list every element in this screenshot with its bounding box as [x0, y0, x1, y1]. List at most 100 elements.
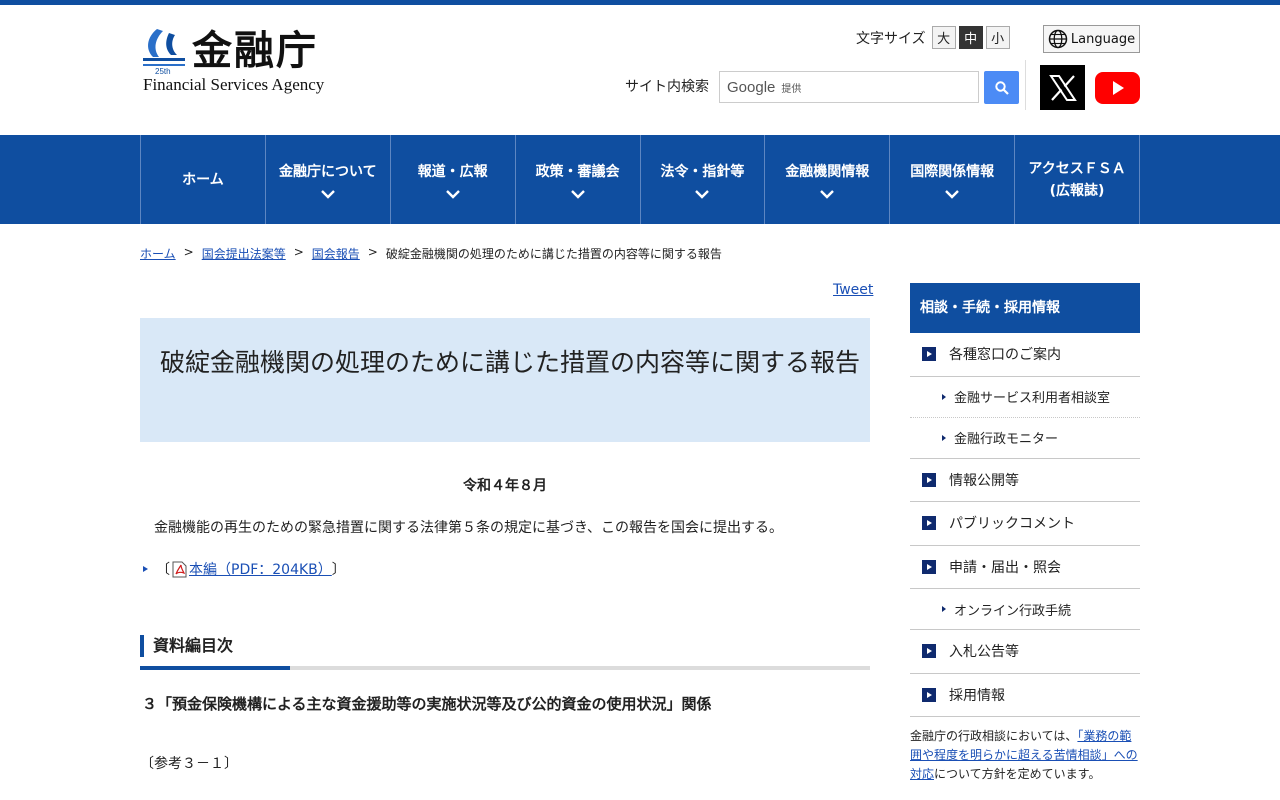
sidebar-item-disclosure[interactable]: 情報公開等 — [910, 459, 1140, 502]
nav-item-institutions[interactable]: 金融機関情報 — [765, 135, 891, 224]
sidebar-item-bidding[interactable]: 入札公告等 — [910, 630, 1140, 674]
breadcrumb-link-diet-reports[interactable]: 国会報告 — [312, 245, 360, 262]
sidebar-item-label: 申請・届出・照会 — [949, 559, 1061, 576]
header-divider — [1025, 60, 1026, 110]
nav-item-about[interactable]: 金融庁について — [266, 135, 391, 224]
sidebar-subitem-admin-monitor[interactable]: 金融行政モニター — [910, 418, 1140, 459]
nav-item-international[interactable]: 国際関係情報 — [890, 135, 1016, 224]
nav-label: ホーム — [182, 171, 224, 188]
pdf-bracket-close: 〕 — [331, 562, 346, 578]
pdf-bracket-open: 〔 — [156, 562, 170, 578]
sidebar-note-prefix: 金融庁の行政相談においては、 — [910, 729, 1078, 743]
arrow-box-icon — [922, 644, 936, 659]
nav-item-policy[interactable]: 政策・審議会 — [516, 135, 641, 224]
breadcrumb-current: 破綻金融機関の処理のために講じた措置の内容等に関する報告 — [385, 247, 722, 261]
sidebar-item-recruitment[interactable]: 採用情報 — [910, 674, 1140, 717]
nav-item-home[interactable]: ホーム — [141, 135, 266, 224]
nav-label: 金融機関情報 — [785, 163, 870, 180]
nav-item-press[interactable]: 報道・広報 — [391, 135, 516, 224]
reference-label: 〔参考３－１〕 — [140, 756, 238, 772]
x-icon — [1048, 74, 1077, 101]
logo-english: Financial Services Agency — [143, 75, 325, 94]
site-logo[interactable]: 25th 金融庁 Financial Services Agency — [140, 27, 340, 97]
x-social-button[interactable] — [1040, 65, 1085, 110]
logo-mark-text: 25th — [155, 67, 171, 75]
section-rule-accent — [140, 666, 290, 670]
tweet-link[interactable]: Tweet — [833, 282, 873, 298]
section-subheading: ３「預金保険機構による主な資金援助等の実施状況等及び公的資金の使用状況」関係 — [142, 695, 712, 713]
font-size-control: 文字サイズ 大 中 小 — [856, 26, 1013, 49]
nav-item-laws[interactable]: 法令・指針等 — [641, 135, 766, 224]
chevron-down-icon — [445, 189, 460, 199]
sidebar-item-label: 採用情報 — [949, 687, 1005, 704]
arrow-box-icon — [922, 516, 936, 531]
search-icon — [994, 80, 1009, 95]
bullet-arrow-icon — [942, 606, 946, 612]
page-title: 破綻金融機関の処理のために講じた措置の内容等に関する報告 — [160, 348, 861, 377]
font-size-small-button[interactable]: 小 — [985, 26, 1010, 49]
nav-label: アクセスＦＳＡ — [1028, 160, 1126, 177]
breadcrumb-separator: > — [293, 245, 304, 259]
nav-label: 金融庁について — [279, 163, 377, 180]
sidebar-subitem-online-procedures[interactable]: オンライン行政手続 — [910, 589, 1140, 630]
sidebar-item-label: 情報公開等 — [949, 472, 1019, 489]
breadcrumb-separator: > — [183, 245, 194, 259]
sidebar-item-label: 金融行政モニター — [954, 432, 1059, 447]
google-brand-text: Google — [727, 78, 776, 96]
chevron-down-icon — [820, 189, 835, 199]
nav-label: 法令・指針等 — [660, 163, 745, 180]
pdf-main-link[interactable]: 本編（PDF：204KB） — [189, 559, 332, 579]
arrow-box-icon — [922, 472, 936, 487]
site-search-label: サイト内検索 — [625, 79, 709, 95]
report-date: 令和４年８月 — [463, 478, 547, 494]
arrow-box-icon — [922, 559, 936, 574]
chevron-down-icon — [570, 189, 585, 199]
language-button[interactable]: Language — [1043, 25, 1140, 53]
sidebar-subitem-consumer-consultation[interactable]: 金融サービス利用者相談室 — [910, 377, 1140, 418]
chevron-down-icon — [945, 189, 960, 199]
site-search-input[interactable]: Google 提供 — [719, 71, 979, 103]
pdf-link-row: 〔 本編（PDF：204KB） 〕 — [140, 559, 346, 579]
nav-item-access-fsa[interactable]: アクセスＦＳＡ (広報誌) — [1015, 135, 1140, 224]
globe-icon — [1048, 29, 1068, 49]
section-heading: 資料編目次 — [140, 635, 233, 657]
bullet-arrow-icon — [942, 434, 946, 441]
sidebar-item-label: オンライン行政手続 — [954, 603, 1072, 619]
font-size-large-button[interactable]: 大 — [931, 26, 956, 49]
youtube-icon — [1112, 81, 1124, 95]
google-provided-text: 提供 — [781, 83, 802, 95]
page-title-box: 破綻金融機関の処理のために講じた措置の内容等に関する報告 — [140, 318, 870, 442]
arrow-box-icon — [922, 347, 936, 362]
sidebar: 相談・手続・採用情報 各種窓口のご案内 金融サービス利用者相談室 金融行政モニタ… — [910, 283, 1140, 784]
global-navigation: ホーム 金融庁について 報道・広報 政策・審議会 法令・指針等 金融機関情報 国… — [0, 135, 1280, 224]
nav-label-sub: (広報誌) — [1049, 182, 1105, 199]
breadcrumb-link-home[interactable]: ホーム — [140, 245, 176, 262]
font-size-medium-button[interactable]: 中 — [958, 26, 983, 49]
arrow-box-icon — [922, 687, 936, 702]
sidebar-note: 金融庁の行政相談においては、「業務の範囲や程度を明らかに超える苦情相談」への対応… — [910, 727, 1140, 784]
breadcrumb-separator: > — [367, 245, 378, 259]
site-header: 25th 金融庁 Financial Services Agency 文字サイズ… — [0, 5, 1280, 135]
nav-label: 報道・広報 — [417, 163, 488, 180]
search-button[interactable] — [984, 71, 1019, 104]
fsa-logo-mark-icon: 25th — [143, 29, 185, 75]
chevron-down-icon — [695, 189, 710, 199]
sidebar-item-public-comment[interactable]: パブリックコメント — [910, 502, 1140, 546]
breadcrumb-link-bills[interactable]: 国会提出法案等 — [202, 245, 286, 262]
sidebar-item-label: 入札公告等 — [949, 644, 1019, 661]
nav-label: 政策・審議会 — [535, 163, 620, 180]
sidebar-heading: 相談・手続・採用情報 — [910, 283, 1140, 333]
sidebar-item-label: パブリックコメント — [949, 516, 1075, 533]
chevron-down-icon — [320, 189, 335, 199]
breadcrumb: ホーム > 国会提出法案等 > 国会報告 > 破綻金融機関の処理のために講じた措… — [140, 245, 722, 262]
sidebar-item-contact-windows[interactable]: 各種窓口のご案内 — [910, 333, 1140, 377]
sidebar-note-suffix: について方針を定めています。 — [934, 767, 1101, 781]
bullet-arrow-icon — [942, 393, 946, 400]
language-label: Language — [1070, 31, 1136, 47]
sidebar-item-label: 金融サービス利用者相談室 — [954, 391, 1111, 406]
pdf-icon — [172, 561, 187, 577]
logo-kanji: 金融庁 — [192, 27, 318, 74]
intro-paragraph: 金融機能の再生のための緊急措置に関する法律第５条の規定に基づき、この報告を国会に… — [154, 520, 784, 536]
sidebar-item-applications[interactable]: 申請・届出・照会 — [910, 546, 1140, 589]
youtube-social-button[interactable] — [1095, 72, 1140, 104]
